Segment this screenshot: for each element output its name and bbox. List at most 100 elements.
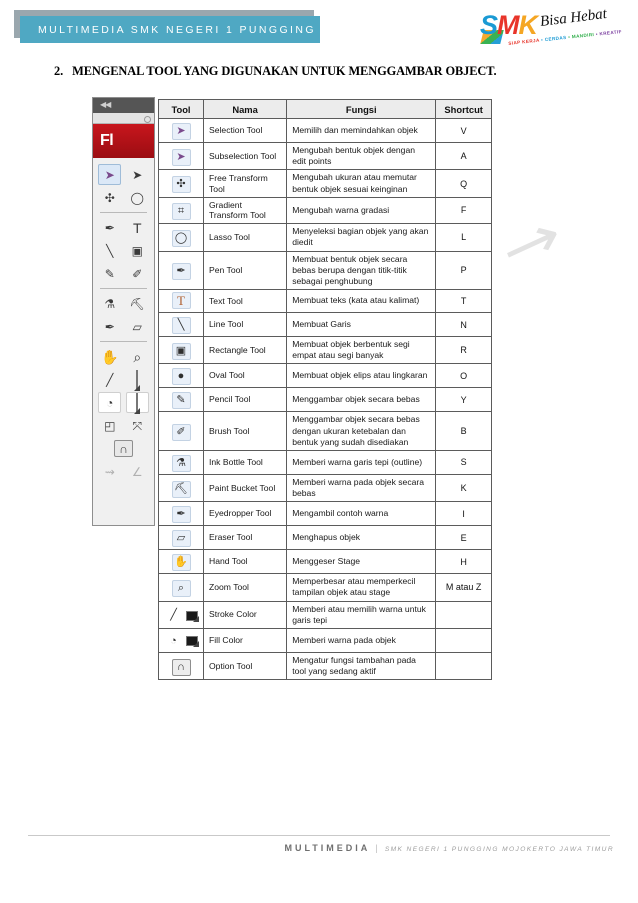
panel-fill-swatch[interactable]: [125, 392, 149, 414]
panel-lasso-tool[interactable]: ◯: [126, 187, 149, 208]
table-cell-shortcut: A: [435, 141, 492, 171]
panel-dim-options-row: ⇝ ∠: [96, 460, 151, 483]
panel-tabstrip[interactable]: [93, 113, 154, 124]
table-cell-fungsi: Memberi atau memilih warna untuk garis t…: [286, 600, 437, 629]
table-cell-nama: Paint Bucket Tool: [202, 473, 288, 503]
zoom-tool-icon: ⌕: [133, 348, 142, 365]
panel-text-tool[interactable]: T: [126, 217, 149, 238]
logo-subline-part-4: • KREATIF: [595, 29, 623, 37]
table-row: ✋ Hand Tool Menggeser Stage H: [158, 549, 492, 575]
column-header-nama: Nama: [202, 99, 288, 119]
panel-fill-bucket[interactable]: ◔: [98, 392, 122, 413]
panel-smooth-option[interactable]: ⇝: [98, 461, 121, 482]
table-cell-nama: Eyedropper Tool: [202, 501, 288, 527]
table-cell-shortcut: H: [435, 549, 492, 575]
panel-titlebar[interactable]: ◀◀: [93, 98, 154, 113]
column-header-fungsi: Fungsi: [286, 99, 437, 119]
table-header-row: Tool Nama Fungsi Shortcut: [158, 99, 492, 119]
pencil-tool-icon: ✎: [171, 392, 191, 410]
header-title-text: MULTIMEDIA SMK NEGERI 1 PUNGGING: [38, 23, 316, 36]
panel-ink-bottle-tool[interactable]: ⚗: [98, 293, 121, 314]
table-cell-shortcut: Q: [435, 169, 492, 198]
hand-tool-icon: ✋: [101, 348, 119, 365]
footer-divider: [28, 835, 610, 836]
stroke-color-icon-glyph: ╱: [170, 609, 177, 622]
panel-tool-list[interactable]: ➤ ➤ ✣ ◯ ✒ T ╲ ▣ ✎ ✐ ⚗ ⛏ ✒ ▱ ✋ ⌕ ╱ ◔ ◰ ⤧ …: [93, 158, 154, 483]
flash-app-label: Fl: [100, 132, 114, 149]
table-cell-nama: Zoom Tool: [202, 573, 288, 602]
panel-hand-tool[interactable]: ✋: [98, 346, 121, 367]
table-cell-nama: Stroke Color: [202, 600, 288, 629]
page-watermark: ↗: [492, 200, 562, 283]
line-tool-icon: ╲: [171, 317, 191, 335]
stroke-color-icon: ╱: [164, 607, 199, 624]
table-cell-shortcut: N: [435, 312, 492, 338]
table-cell-tool-icon: ⌗: [158, 196, 204, 225]
table-cell-nama: Line Tool: [202, 312, 288, 338]
line-tool-icon: ╲: [106, 243, 114, 258]
panel-straighten-option[interactable]: ∠: [126, 461, 149, 482]
flash-app-logo: Fl: [93, 124, 154, 158]
table-cell-fungsi: Menggeser Stage: [286, 549, 437, 575]
panel-magnet-row: ∩: [96, 437, 151, 460]
panel-rectangle-tool[interactable]: ▣: [126, 240, 149, 261]
table-row: ✒ Eyedropper Tool Mengambil contoh warna I: [158, 501, 492, 527]
subselection-tool-icon: ➤: [132, 167, 143, 182]
panel-subselection-tool[interactable]: ➤: [126, 164, 149, 185]
lasso-tool-icon: ◯: [171, 229, 191, 247]
panel-line-tool[interactable]: ╲: [98, 240, 121, 261]
footer-main-label: MULTIMEDIA: [284, 843, 371, 853]
table-cell-nama: Subselection Tool: [202, 141, 288, 171]
logo-letter-k: K: [518, 10, 538, 40]
table-cell-fungsi: Menghapus objek: [286, 525, 437, 551]
panel-pencil-tool[interactable]: ✎: [98, 263, 121, 284]
table-cell-shortcut: [435, 600, 492, 629]
panel-option-tool[interactable]: ∩: [114, 440, 133, 457]
table-cell-tool-icon: T: [158, 289, 204, 314]
table-cell-tool-icon: ⚗: [158, 449, 204, 475]
panel-eraser-tool[interactable]: ▱: [126, 316, 149, 337]
fill-color-swatch-icon: [134, 392, 141, 414]
ink-bottle-tool-icon: ⚗: [171, 454, 191, 472]
flash-tools-panel[interactable]: ◀◀ Fl ➤ ➤ ✣ ◯ ✒ T ╲ ▣ ✎ ✐ ⚗ ⛏ ✒ ▱ ✋ ⌕ ╱ …: [92, 97, 155, 526]
panel-selection-tool[interactable]: ➤: [98, 164, 122, 185]
table-row: ⛏ Paint Bucket Tool Memberi warna pada obj…: [158, 473, 492, 503]
collapse-panel-icon[interactable]: ◀◀: [100, 100, 111, 110]
table-cell-tool-icon: ▣: [158, 336, 204, 365]
panel-brush-tool[interactable]: ✐: [126, 263, 149, 284]
text-tool-icon: T: [132, 219, 142, 236]
panel-object-drawing-option[interactable]: ◰: [98, 415, 121, 436]
pen-tool-icon: ✒: [104, 220, 115, 235]
panel-pen-tool[interactable]: ✒: [98, 217, 121, 238]
table-cell-nama: Lasso Tool: [202, 223, 288, 252]
table-cell-shortcut: R: [435, 336, 492, 365]
table-cell-nama: Ink Bottle Tool: [202, 449, 288, 475]
panel-stroke-swatch[interactable]: [126, 369, 149, 391]
table-cell-nama: Selection Tool: [202, 118, 288, 143]
table-cell-tool-icon: ✒: [158, 501, 204, 527]
table-row: ➤ Selection Tool Memilih dan memindahkan o…: [158, 118, 492, 143]
gradient-transform-tool-icon: ⌗: [171, 202, 191, 220]
panel-snap-option[interactable]: ⤧: [126, 415, 149, 436]
ink-bottle-tool-icon: ⚗: [104, 296, 116, 311]
free-transform-tool-icon: ✣: [104, 190, 115, 205]
table-row: ◔ Fill Color Memberi warna pada objek: [158, 627, 492, 653]
table-header: Tool Nama Fungsi Shortcut: [158, 99, 492, 119]
paint-bucket-tool-icon: ⛏: [171, 480, 191, 498]
panel-paint-bucket-tool[interactable]: ⛏: [126, 293, 149, 314]
lasso-tool-icon: ◯: [130, 190, 144, 205]
panel-divider: [100, 341, 147, 342]
panel-zoom-tool[interactable]: ⌕: [126, 346, 149, 367]
table-cell-tool-icon: ✋: [158, 549, 204, 575]
logo-subline-part-2: • CERDAS: [540, 34, 567, 43]
table-row: ⌕ Zoom Tool Memperbesar atau memperkecil t…: [158, 573, 492, 602]
table-cell-shortcut: E: [435, 525, 492, 551]
panel-free-transform-tool[interactable]: ✣: [98, 187, 121, 208]
table-cell-shortcut: [435, 627, 492, 653]
stroke-pencil-icon: ╱: [106, 372, 114, 387]
logo-subline-part-3: • MANDIRI: [567, 31, 595, 40]
panel-eyedropper-tool[interactable]: ✒: [98, 316, 121, 337]
table-cell-tool-icon: ▱: [158, 525, 204, 551]
brush-tool-icon: ✐: [132, 266, 143, 281]
panel-stroke-pencil[interactable]: ╱: [98, 369, 121, 390]
